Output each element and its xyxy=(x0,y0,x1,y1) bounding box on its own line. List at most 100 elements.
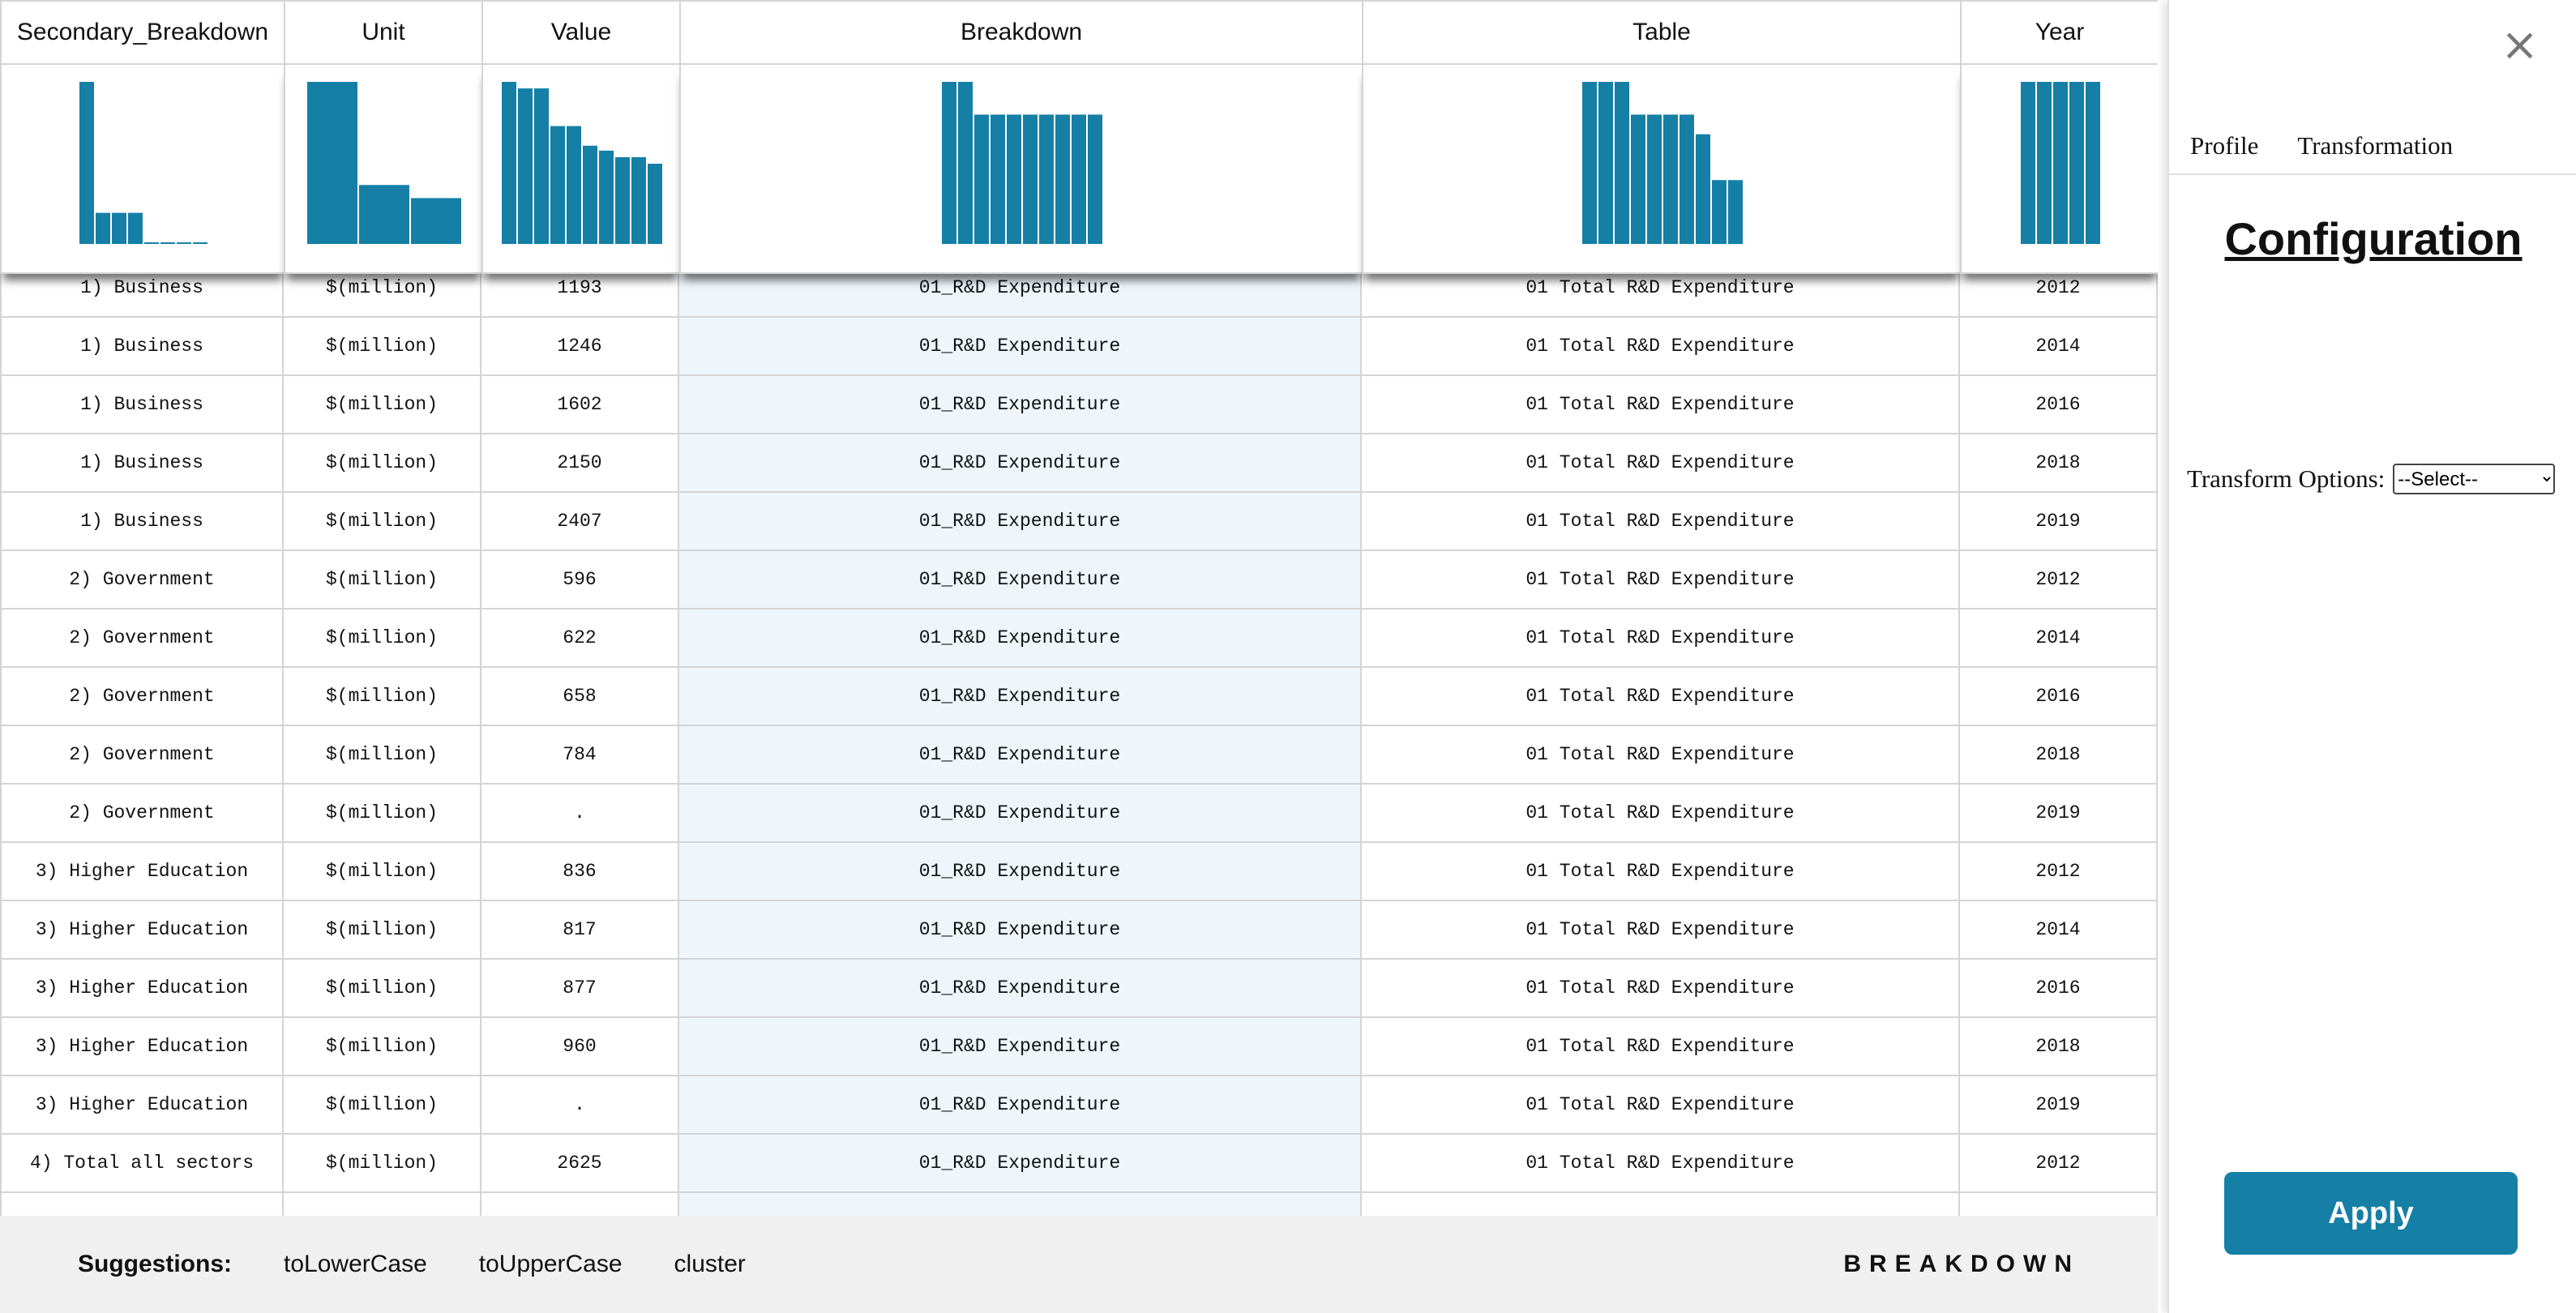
table-cell-unit[interactable]: $(million) xyxy=(284,668,481,726)
histogram-bar[interactable] xyxy=(110,211,128,246)
table-cell-unit[interactable]: $(million) xyxy=(284,493,481,551)
histogram-bar[interactable] xyxy=(1727,178,1744,246)
histogram-bar[interactable] xyxy=(2084,80,2102,246)
column-header-year[interactable]: Year xyxy=(1960,0,2158,65)
table-cell-secondary-breakdown[interactable]: 1) Business xyxy=(0,318,284,376)
histogram-bar[interactable] xyxy=(357,183,411,246)
table-cell-breakdown[interactable]: 01_R&D Expenditure xyxy=(679,843,1362,901)
table-cell-breakdown[interactable]: 01_R&D Expenditure xyxy=(679,726,1362,785)
histogram-bar[interactable] xyxy=(159,240,177,246)
table-cell-breakdown[interactable]: 01_R&D Expenditure xyxy=(679,901,1362,960)
table-cell-year[interactable]: 2012 xyxy=(1960,1135,2158,1193)
histogram-bar[interactable] xyxy=(409,196,463,246)
histogram-bar[interactable] xyxy=(565,124,583,246)
histogram-bar[interactable] xyxy=(126,211,144,246)
table-cell-unit[interactable]: $(million) xyxy=(284,901,481,960)
table-cell-breakdown[interactable]: 01_R&D Expenditure xyxy=(679,493,1362,551)
table-cell-table[interactable]: 01 Total R&D Expenditure xyxy=(1362,1018,1960,1076)
histogram-bar[interactable] xyxy=(597,148,615,246)
histogram-bar[interactable] xyxy=(1054,113,1072,246)
histogram-bar[interactable] xyxy=(191,240,209,246)
histogram-bar[interactable] xyxy=(143,240,160,246)
close-icon[interactable]: × xyxy=(2501,23,2539,68)
table-cell-value[interactable]: 2150 xyxy=(481,434,679,493)
histogram-bar[interactable] xyxy=(306,80,359,246)
table-cell-year[interactable]: 2016 xyxy=(1960,668,2158,726)
table-cell-unit[interactable]: $(million) xyxy=(284,1135,481,1193)
table-cell-table[interactable]: 01 Total R&D Expenditure xyxy=(1362,843,1960,901)
table-cell-breakdown[interactable]: 01_R&D Expenditure xyxy=(679,668,1362,726)
table-cell-unit[interactable]: $(million) xyxy=(284,843,481,901)
table-cell-table[interactable]: 01 Total R&D Expenditure xyxy=(1362,726,1960,785)
column-header-table[interactable]: Table xyxy=(1362,0,1962,65)
histogram-bar[interactable] xyxy=(1086,113,1104,246)
table-cell-value[interactable]: 817 xyxy=(481,901,679,960)
table-cell-year[interactable]: 2014 xyxy=(1960,609,2158,668)
table-cell-unit[interactable]: $(million) xyxy=(284,1076,481,1135)
histogram-bar[interactable] xyxy=(1645,113,1663,246)
table-cell-secondary-breakdown[interactable]: 1) Business xyxy=(0,376,284,434)
table-cell-secondary-breakdown[interactable]: 3) Higher Education xyxy=(0,1076,284,1135)
histogram-bar[interactable] xyxy=(989,113,1007,246)
table-cell-secondary-breakdown[interactable]: 2) Government xyxy=(0,551,284,609)
apply-button[interactable]: Apply xyxy=(2224,1172,2518,1255)
table-cell-breakdown[interactable]: 01_R&D Expenditure xyxy=(679,434,1362,493)
table-cell-value[interactable]: . xyxy=(481,785,679,843)
table-cell-unit[interactable] xyxy=(284,1193,481,1216)
table-cell-value[interactable]: 1246 xyxy=(481,318,679,376)
table-cell-value[interactable]: 960 xyxy=(481,1018,679,1076)
table-cell-table[interactable] xyxy=(1362,1193,1960,1216)
table-cell-secondary-breakdown[interactable]: 4) Total all sectors xyxy=(0,1135,284,1193)
table-cell-table[interactable]: 01 Total R&D Expenditure xyxy=(1362,434,1960,493)
table-cell-breakdown[interactable]: 01_R&D Expenditure xyxy=(679,376,1362,434)
table-cell-value[interactable] xyxy=(481,1193,679,1216)
table-cell-secondary-breakdown[interactable]: 2) Government xyxy=(0,609,284,668)
table-cell-value[interactable]: 596 xyxy=(481,551,679,609)
column-header-secondary-breakdown[interactable]: Secondary_Breakdown xyxy=(0,0,285,65)
histogram-bar[interactable] xyxy=(1678,113,1696,246)
suggestion-tolowercase[interactable]: toLowerCase xyxy=(284,1251,427,1278)
table-cell-year[interactable]: 2019 xyxy=(1960,1076,2158,1135)
table-cell-table[interactable]: 01 Total R&D Expenditure xyxy=(1362,1076,1960,1135)
histogram-bar[interactable] xyxy=(2035,80,2053,246)
histogram-bar[interactable] xyxy=(1038,113,1055,246)
column-header-value[interactable]: Value xyxy=(481,0,681,65)
suggestion-cluster[interactable]: cluster xyxy=(674,1251,746,1278)
table-cell-year[interactable]: 2019 xyxy=(1960,785,2158,843)
histogram-year[interactable] xyxy=(1960,65,2158,274)
table-cell-value[interactable]: 658 xyxy=(481,668,679,726)
tab-profile[interactable]: Profile xyxy=(2190,131,2258,160)
histogram-bar[interactable] xyxy=(78,80,96,246)
table-cell-secondary-breakdown[interactable]: 2) Government xyxy=(0,785,284,843)
table-cell-table[interactable]: 01 Total R&D Expenditure xyxy=(1362,318,1960,376)
table-cell-table[interactable]: 01 Total R&D Expenditure xyxy=(1362,493,1960,551)
histogram-bar[interactable] xyxy=(940,80,958,246)
transform-options-select[interactable]: --Select-- xyxy=(2393,464,2556,494)
table-cell-secondary-breakdown[interactable]: 1) Business xyxy=(0,493,284,551)
table-cell-unit[interactable]: $(million) xyxy=(284,726,481,785)
table-cell-unit[interactable]: $(million) xyxy=(284,609,481,668)
histogram-bar[interactable] xyxy=(630,155,648,246)
table-cell-secondary-breakdown[interactable]: 2) Government xyxy=(0,726,284,785)
histogram-bar[interactable] xyxy=(614,155,631,246)
table-cell-table[interactable]: 01 Total R&D Expenditure xyxy=(1362,1135,1960,1193)
table-cell-secondary-breakdown[interactable]: 2) Government xyxy=(0,668,284,726)
table-cell-secondary-breakdown[interactable]: 3) Higher Education xyxy=(0,960,284,1018)
table-cell-table[interactable]: 01 Total R&D Expenditure xyxy=(1362,551,1960,609)
histogram-bar[interactable] xyxy=(175,240,193,246)
histogram-value[interactable] xyxy=(481,65,681,274)
histogram-bar[interactable] xyxy=(533,87,550,246)
histogram-bar[interactable] xyxy=(1613,80,1631,246)
table-cell-table[interactable]: 01 Total R&D Expenditure xyxy=(1362,960,1960,1018)
histogram-table[interactable] xyxy=(1362,65,1962,274)
histogram-bar[interactable] xyxy=(1021,113,1039,246)
table-cell-unit[interactable]: $(million) xyxy=(284,785,481,843)
table-cell-secondary-breakdown[interactable] xyxy=(0,1193,284,1216)
histogram-bar[interactable] xyxy=(2019,80,2037,246)
histogram-bar[interactable] xyxy=(1005,113,1023,246)
table-cell-year[interactable]: 2016 xyxy=(1960,960,2158,1018)
table-cell-value[interactable]: . xyxy=(481,1076,679,1135)
histogram-bar[interactable] xyxy=(1070,113,1088,246)
histogram-breakdown[interactable] xyxy=(679,65,1363,274)
table-cell-value[interactable]: 836 xyxy=(481,843,679,901)
